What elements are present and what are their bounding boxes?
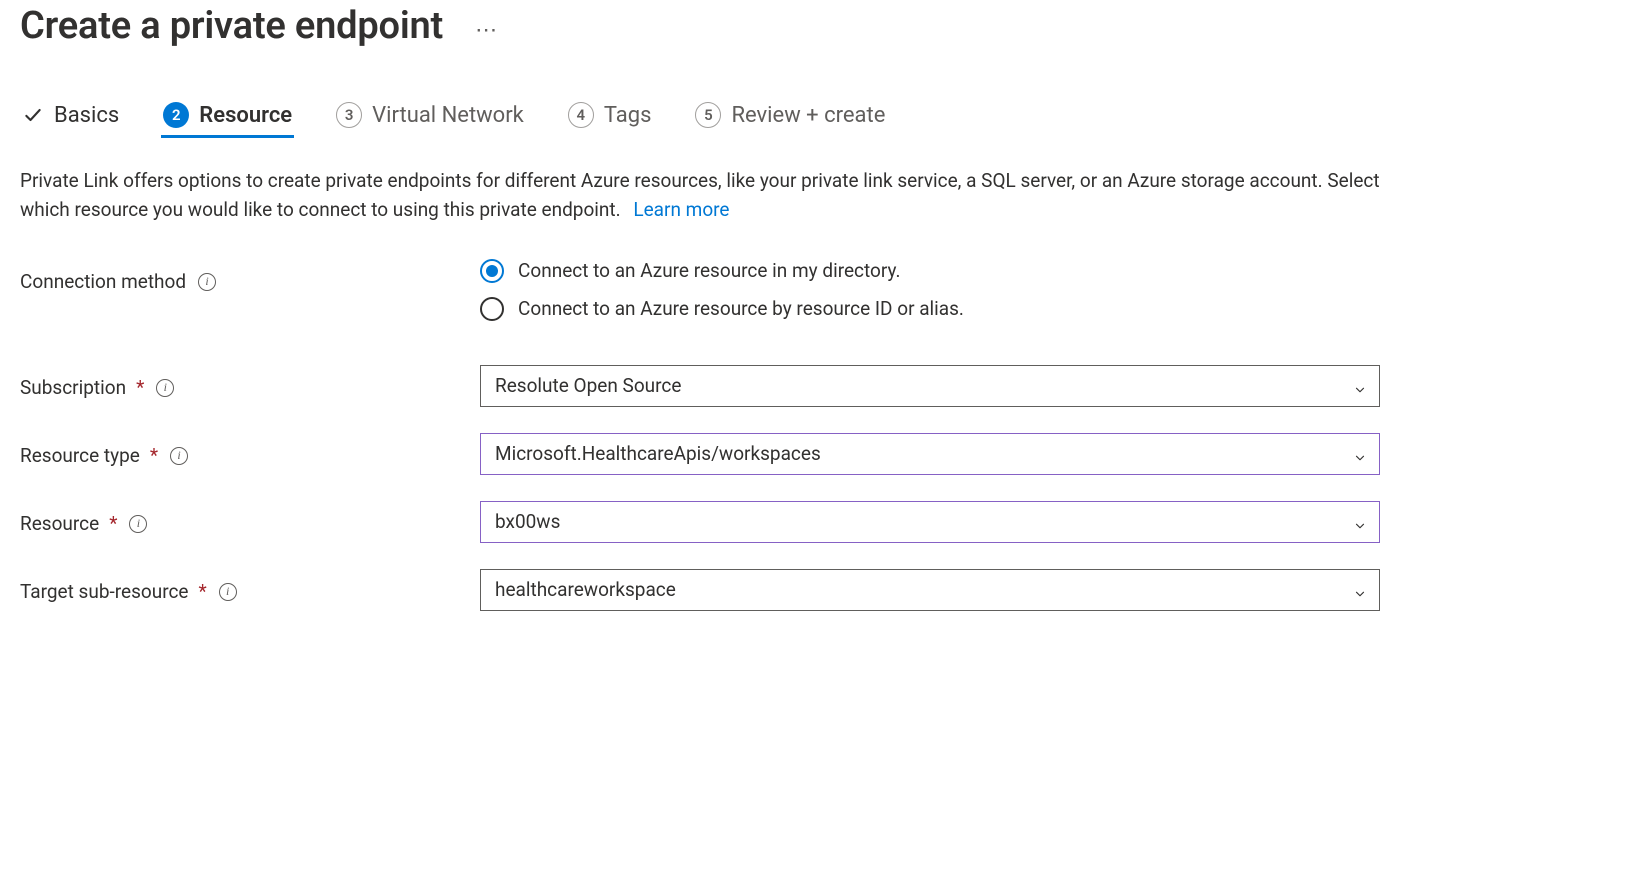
tab-tags[interactable]: 4 Tags [566, 96, 654, 138]
tab-resource[interactable]: 2 Resource [161, 96, 294, 138]
tab-review-create[interactable]: 5 Review + create [693, 96, 887, 138]
connection-method-label: Connection method [20, 270, 186, 293]
wizard-tabs: Basics 2 Resource 3 Virtual Network 4 Ta… [20, 96, 1420, 138]
resource-type-dropdown[interactable]: Microsoft.HealthcareApis/workspaces [480, 433, 1380, 475]
required-asterisk: * [150, 444, 158, 467]
tab-label: Virtual Network [372, 103, 524, 128]
tab-basics[interactable]: Basics [20, 96, 121, 138]
checkmark-icon [22, 104, 44, 126]
required-asterisk: * [199, 580, 207, 603]
chevron-down-icon [1353, 583, 1367, 597]
radio-label: Connect to an Azure resource by resource… [518, 297, 964, 320]
info-icon[interactable]: i [170, 447, 188, 465]
tab-label: Tags [604, 103, 652, 128]
chevron-down-icon [1353, 515, 1367, 529]
dropdown-value: Microsoft.HealthcareApis/workspaces [495, 442, 821, 465]
dropdown-value: healthcareworkspace [495, 578, 676, 601]
tab-label: Review + create [731, 103, 885, 128]
required-asterisk: * [136, 376, 144, 399]
chevron-down-icon [1353, 447, 1367, 461]
dropdown-value: Resolute Open Source [495, 374, 681, 397]
step-number-badge: 5 [695, 102, 721, 128]
step-number-badge: 3 [336, 102, 362, 128]
step-number-badge: 2 [163, 102, 189, 128]
info-icon[interactable]: i [156, 379, 174, 397]
target-sub-resource-dropdown[interactable]: healthcareworkspace [480, 569, 1380, 611]
subscription-label: Subscription [20, 376, 126, 399]
radio-connect-alias[interactable]: Connect to an Azure resource by resource… [480, 297, 1380, 321]
more-button[interactable]: ⋯ [467, 13, 505, 47]
resource-label: Resource [20, 512, 99, 535]
learn-more-link[interactable]: Learn more [633, 198, 729, 221]
target-sub-resource-label: Target sub-resource [20, 580, 189, 603]
step-number-badge: 4 [568, 102, 594, 128]
info-icon[interactable]: i [129, 515, 147, 533]
tab-virtual-network[interactable]: 3 Virtual Network [334, 96, 526, 138]
chevron-down-icon [1353, 379, 1367, 393]
required-asterisk: * [109, 512, 117, 535]
dropdown-value: bx00ws [495, 510, 560, 533]
description-text: Private Link offers options to create pr… [20, 166, 1380, 225]
radio-label: Connect to an Azure resource in my direc… [518, 259, 900, 282]
info-icon[interactable]: i [219, 583, 237, 601]
radio-icon [480, 297, 504, 321]
connection-method-radiogroup: Connect to an Azure resource in my direc… [480, 259, 1380, 321]
subscription-dropdown[interactable]: Resolute Open Source [480, 365, 1380, 407]
resource-dropdown[interactable]: bx00ws [480, 501, 1380, 543]
radio-icon [480, 259, 504, 283]
tab-label: Resource [199, 103, 292, 128]
tab-label: Basics [54, 103, 119, 128]
resource-type-label: Resource type [20, 444, 140, 467]
info-icon[interactable]: i [198, 273, 216, 291]
page-title: Create a private endpoint [20, 4, 443, 48]
radio-connect-directory[interactable]: Connect to an Azure resource in my direc… [480, 259, 1380, 283]
